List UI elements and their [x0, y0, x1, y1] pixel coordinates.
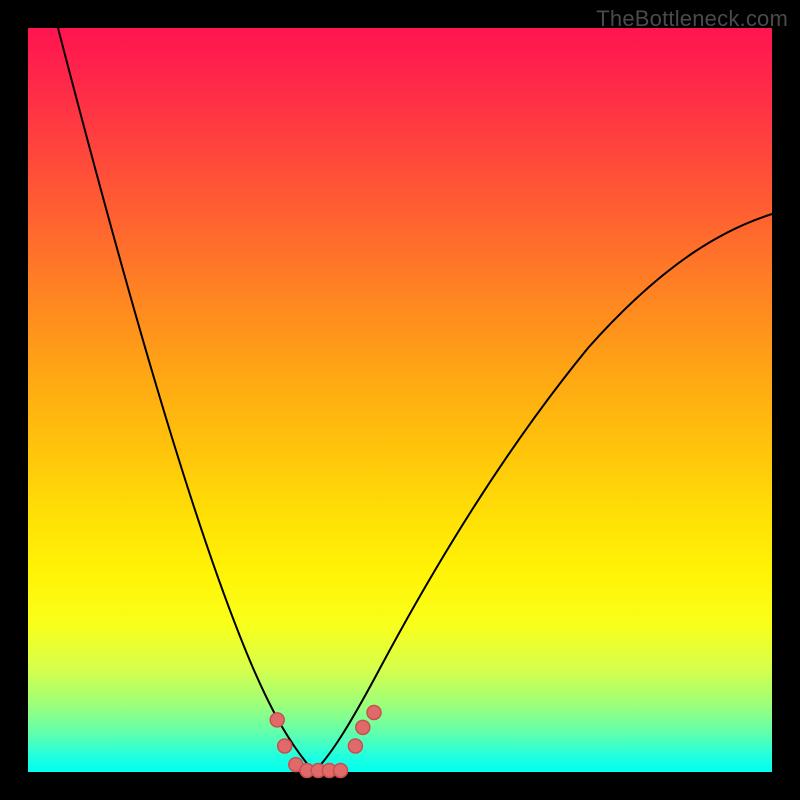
- chart-area: [28, 28, 772, 772]
- left-curve: [58, 28, 314, 772]
- data-dot: [348, 739, 362, 753]
- watermark-text: TheBottleneck.com: [596, 6, 788, 32]
- data-dot: [278, 739, 292, 753]
- data-dot: [334, 764, 348, 778]
- bottleneck-curve-svg: [28, 28, 772, 772]
- data-dot: [270, 713, 284, 727]
- data-dot: [367, 706, 381, 720]
- right-curve: [314, 214, 772, 772]
- data-dot: [356, 720, 370, 734]
- data-dots-group: [270, 706, 381, 778]
